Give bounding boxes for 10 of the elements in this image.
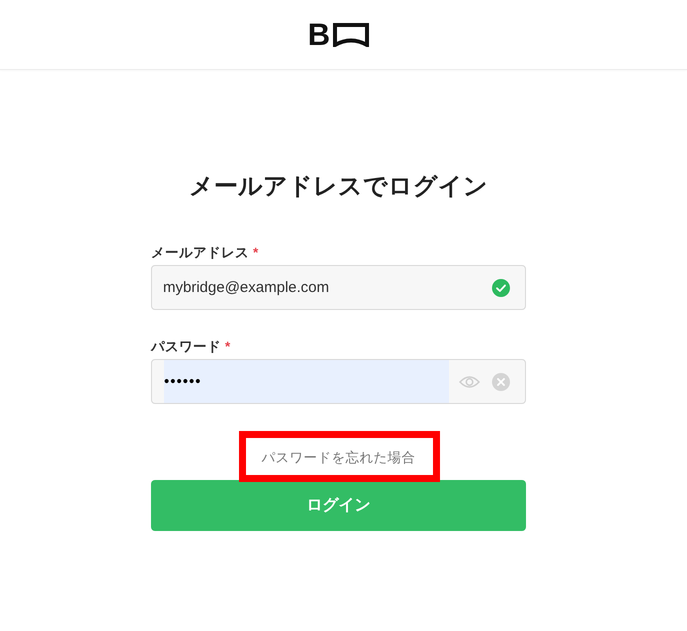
clear-icon[interactable] xyxy=(492,372,510,390)
page-title: メールアドレスでログイン xyxy=(188,172,489,202)
logo-text: B xyxy=(308,19,330,50)
eye-icon[interactable] xyxy=(459,374,480,388)
forgot-password-link[interactable]: パスワードを忘れた場合 xyxy=(262,450,416,465)
field-label: メールアドレス * xyxy=(151,244,258,262)
email-field[interactable]: mybridge@example.com xyxy=(151,265,526,310)
banner-logo-icon xyxy=(333,22,370,46)
password-field[interactable]: •••••• xyxy=(151,359,526,404)
field-label: パスワード * xyxy=(151,338,230,356)
